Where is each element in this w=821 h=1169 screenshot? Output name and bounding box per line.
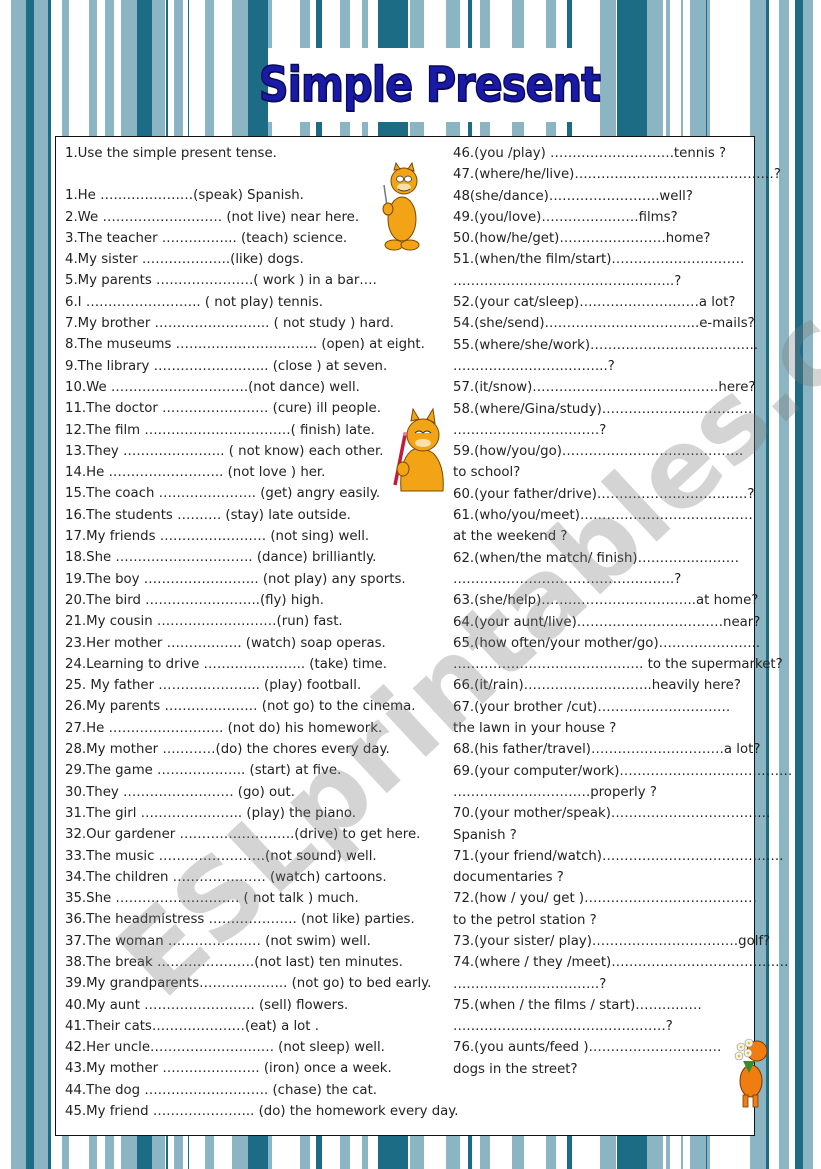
right-exercise-line: 65.(how often/your mother/go)………………….. xyxy=(453,635,761,651)
left-exercise-line: 20.The bird ……………………..(fly) high. xyxy=(65,592,325,608)
right-exercise-line: 61.(who/you/meet)………………………………… xyxy=(453,508,753,524)
left-column: 1.Use the simple present tense. 1.He ………… xyxy=(65,143,460,1122)
right-exercise-line: 75.(when / the films / start)…………… xyxy=(453,997,702,1013)
background-stripe xyxy=(26,0,34,1169)
garfield-standing-pen-image xyxy=(382,161,420,251)
left-exercise-line: 35.She ………………………. ( not talk ) much. xyxy=(65,891,359,907)
right-exercise-line: ……………………………..? xyxy=(453,358,615,374)
right-exercise-line: to school? xyxy=(453,465,521,481)
page-title: Simple Present xyxy=(258,56,601,114)
right-exercise-line: …………………………………………..? xyxy=(453,273,682,289)
right-exercise-line: 66.(it/rain)………………………..heavily here? xyxy=(453,678,741,694)
left-exercise-line: 37.The woman ………………… (not swim) well. xyxy=(65,933,371,949)
right-exercise-line: 64.(your aunt/live)……………………………near? xyxy=(453,614,761,630)
right-exercise-line: 70.(your mother/speak)……………………………… xyxy=(453,806,771,822)
right-exercise-line: 63.(she/help)……………………………..at home? xyxy=(453,593,759,609)
left-exercise-line: 31.The girl ………………….. (play) the piano. xyxy=(65,805,357,821)
left-exercise-line: 36.The headmistress ……………….. (not like) … xyxy=(65,912,415,928)
right-exercise-line: 50.(how/he/get)……………………home? xyxy=(453,231,711,247)
right-exercise-line: 62.(when/the match/ finish)…………..……… xyxy=(453,550,740,566)
left-exercise-line: 28.My mother …………(do) the chores every d… xyxy=(65,742,390,758)
background-stripe xyxy=(48,0,51,1169)
right-exercise-line: 72.(how / you/ get )………………………………… xyxy=(453,891,757,907)
right-exercise-line: to the petrol station ? xyxy=(453,912,597,928)
right-exercise-line: 71.(your friend/watch)………………………………….. xyxy=(453,848,784,864)
left-exercise-line: 25. My father ………………….. (play) football. xyxy=(65,678,362,694)
right-exercise-line: …………………………………………..? xyxy=(453,571,682,587)
right-exercise-line: Spanish ? xyxy=(453,827,517,843)
right-exercise-line: …………………………………………? xyxy=(453,1019,673,1035)
left-exercise-line: 32.Our gardener ……………………..(drive) to get… xyxy=(65,827,421,843)
title-banner: Simple Present xyxy=(258,48,601,122)
right-column: 46.(you /play) ……………………….tennis ? 47.(whe… xyxy=(453,143,793,1080)
left-exercise-line: 42.Her uncle………………………. (not sleep) well. xyxy=(65,1040,385,1056)
background-stripe xyxy=(803,0,813,1169)
right-exercise-line: 58.(where/Gina/study)……………………………. xyxy=(453,401,753,417)
right-exercise-line: the lawn in your house ? xyxy=(453,721,617,737)
left-exercise-line: 44.The dog ………………………. (chase) the cat. xyxy=(65,1082,378,1098)
right-exercise-line: ……………………………………. to the supermarket? xyxy=(453,657,783,673)
left-exercise-line: 16.The students ………. (stay) late outside… xyxy=(65,507,351,523)
right-exercise-line: documentaries ? xyxy=(453,870,564,886)
left-exercise-line: 17.My friends …………………… (not sing) well. xyxy=(65,529,370,545)
background-stripe xyxy=(34,0,48,1169)
right-exercise-line: 73.(your sister/ play)……………………………golf? xyxy=(453,933,771,949)
left-exercise-list: 1.He …………………(speak) Spanish. 2.We …………………… xyxy=(65,185,460,1122)
right-exercise-line: 68.(his father/travel)…………………………a lot? xyxy=(453,742,761,758)
right-exercise-line: 76.(you aunts/feed )………………………… xyxy=(453,1040,722,1056)
left-exercise-line: 41.Their cats…………………(eat) a lot . xyxy=(65,1018,319,1034)
left-exercise-line: 39.My grandparents……………….. (not go) to b… xyxy=(65,976,432,992)
right-exercise-list: 46.(you /play) ……………………….tennis ? 47.(whe… xyxy=(453,143,793,1080)
left-exercise-line: 7.My brother …………………….. ( not study ) ha… xyxy=(65,316,394,332)
right-exercise-line: 55.(where/she/work)……………………………….. xyxy=(453,337,759,353)
right-exercise-line: 60.(your father/drive)…………………………….? xyxy=(453,486,755,502)
right-exercise-line: 47.(where/he/live)………………………………………? xyxy=(453,167,781,183)
right-exercise-line: 69.(your computer/work)………………………………… xyxy=(453,763,793,779)
right-exercise-line: 49.(you/love)…………….……films? xyxy=(453,209,678,225)
left-exercise-line: 27.He …………………….. (not do) his homework. xyxy=(65,720,383,736)
right-exercise-line: dogs in the street? xyxy=(453,1061,578,1077)
right-exercise-line: 67.(your brother /cut)………………………… xyxy=(453,699,731,715)
right-exercise-line: 59.(how/you/go)………………….………………. xyxy=(453,444,744,460)
left-exercise-line: 33.The music ……………………(not sound) well. xyxy=(65,848,377,864)
left-exercise-line: 21.My cousin ………………………(run) fast. xyxy=(65,614,343,630)
right-exercise-line: at the weekend ? xyxy=(453,529,568,545)
left-exercise-line: 45.My friend ………………….. (do) the homework… xyxy=(65,1104,459,1120)
left-exercise-line: 24.Learning to drive ………………….. (take) ti… xyxy=(65,656,387,672)
worksheet: 1.Use the simple present tense. 1.He ………… xyxy=(55,136,793,1136)
garfield-writing-image xyxy=(393,407,444,492)
left-exercise-line: 34.The children ………………… (watch) cartoons… xyxy=(65,869,387,885)
garfield-flowers-image xyxy=(734,1038,768,1108)
right-exercise-line: 51.(when/the film/start)………………………… xyxy=(453,252,745,268)
left-exercise-line: 19.The boy …………………….. (not play) any spo… xyxy=(65,571,406,587)
left-exercise-line: 26.My parents ………………… (not go) to the ci… xyxy=(65,699,416,715)
right-exercise-line: 48(she/dance)…………………….well? xyxy=(453,188,693,204)
right-exercise-line: 52.(your cat/sleep)………………………a lot? xyxy=(453,295,736,311)
right-exercise-line: 74.(where / they /meet)…………………………………. xyxy=(453,955,789,971)
left-exercise-line: 43.My mother …………………. (iron) once a week… xyxy=(65,1061,392,1077)
left-exercise-line: 40.My aunt ……………………. (sell) flowers. xyxy=(65,997,349,1013)
right-exercise-line: 46.(you /play) ……………………….tennis ? xyxy=(453,146,727,161)
right-exercise-line: ……………………………? xyxy=(453,422,607,438)
right-exercise-line: 57.(it/snow)……………………………………here? xyxy=(453,380,756,396)
background-stripe xyxy=(795,0,803,1169)
left-exercise-line: 10.We ………………………….(not dance) well. xyxy=(65,379,360,395)
left-exercise-line: 23.Her mother …………….. (watch) soap opera… xyxy=(65,635,386,651)
right-exercise-line: ……………………………? xyxy=(453,976,607,992)
left-exercise-line: 38.The break ………………….(not last) ten minu… xyxy=(65,954,403,970)
left-exercise-line: 18.She …………………………. (dance) brilliantly. xyxy=(65,550,377,566)
right-exercise-line: 54.(she/send)……………………………..e-mails? xyxy=(453,316,755,332)
left-exercise-line: 6.I …………………….. ( not play) tennis. xyxy=(65,294,323,310)
left-exercise-line: 30.They ……………………. (go) out. xyxy=(65,784,295,800)
right-exercise-line: ………………………….properly ? xyxy=(453,784,657,800)
left-exercise-line: 29.The game ……………….. (start) at five. xyxy=(65,763,342,779)
background-stripe xyxy=(11,0,26,1169)
left-exercise-line: 5.My parents ………………….( work ) in a bar…. xyxy=(65,273,377,289)
left-exercise-line: 8.The museums ………………………….. (open) at eig… xyxy=(65,337,425,353)
left-exercise-line: 9.The library …………………….. (close ) at sev… xyxy=(65,358,388,374)
